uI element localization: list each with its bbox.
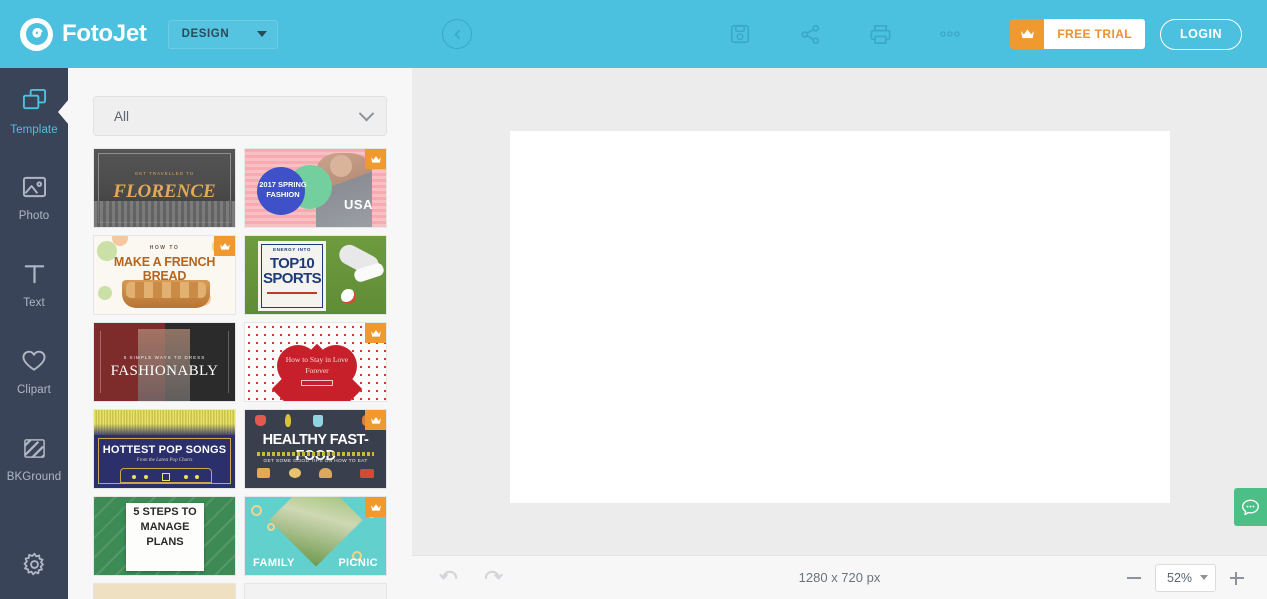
chevron-down-icon <box>358 105 375 121</box>
template-title: How to Stay in Love Forever <box>285 355 349 375</box>
zoom-in-button[interactable] <box>1229 570 1245 586</box>
premium-crown-icon <box>365 149 386 169</box>
template-title: MAKE A FRENCH BREAD <box>113 255 216 283</box>
template-card-partial-left[interactable] <box>93 583 236 599</box>
more-options-icon <box>940 31 960 37</box>
template-title: FASHIONABLY <box>110 363 219 379</box>
template-subtitle: ENERGY INTO <box>272 247 312 252</box>
sidebar-item-template-label: Template <box>10 123 58 136</box>
template-panel: All GET TRAVELLED TO FLORENCE 2017 SPRIN… <box>68 68 412 599</box>
template-grid: GET TRAVELLED TO FLORENCE 2017 SPRING FA… <box>93 148 387 599</box>
template-subtitle: GET TRAVELLED TO <box>134 171 195 176</box>
hatch-pattern-icon <box>22 437 47 465</box>
zoom-controls: 52% <box>1126 563 1245 592</box>
save-icon <box>730 24 750 44</box>
template-title: 2017 SPRING FASHION <box>259 180 307 199</box>
canvas-stage[interactable] <box>412 68 1267 555</box>
design-mode-label: DESIGN <box>181 28 230 40</box>
premium-crown-icon <box>365 323 386 343</box>
template-title: HOTTEST POP SONGS <box>102 444 227 456</box>
sidebar-item-bkground-label: BKGround <box>6 470 62 483</box>
print-button[interactable] <box>845 0 915 68</box>
design-mode-select[interactable]: DESIGN <box>167 19 278 49</box>
login-label: LOGIN <box>1179 27 1223 41</box>
support-chat-button[interactable] <box>1234 488 1267 526</box>
premium-crown-icon <box>214 236 235 256</box>
template-card-top10-sports[interactable]: ENERGY INTO TOP10 SPORTS <box>244 235 387 315</box>
zoom-out-button[interactable] <box>1126 570 1142 586</box>
zoom-level-value: 52% <box>1167 570 1193 585</box>
sidebar-item-text[interactable]: Text <box>0 242 68 329</box>
heart-icon <box>21 349 47 378</box>
template-card-pop-songs[interactable]: HOTTEST POP SONGS From the Latest Pop Ch… <box>93 409 236 489</box>
app-header: FotoJet DESIGN FREE TRIAL LOGIN <box>0 0 1267 68</box>
more-options-button[interactable] <box>915 0 985 68</box>
settings-button[interactable] <box>0 552 68 577</box>
brand-name: FotoJet <box>62 20 147 47</box>
sidebar-item-clipart-label: Clipart <box>17 384 51 396</box>
caret-down-icon <box>256 31 267 37</box>
sidebar-item-text-label: Text <box>23 297 45 309</box>
save-button[interactable] <box>705 0 775 68</box>
login-button[interactable]: LOGIN <box>1160 18 1242 50</box>
template-title: FLORENCE <box>113 181 216 202</box>
share-button[interactable] <box>775 0 845 68</box>
redo-button[interactable] <box>482 569 503 586</box>
template-category-value: All <box>114 108 130 124</box>
template-card-partial-right[interactable] <box>244 583 387 599</box>
template-title: TOP10 SPORTS <box>262 255 322 287</box>
template-card-spring-fashion[interactable]: 2017 SPRING FASHION USA <box>244 148 387 228</box>
template-subtitle: 5 SIMPLE WAYS TO DRESS <box>123 355 206 360</box>
crown-icon <box>1010 19 1045 49</box>
sidebar-item-photo-label: Photo <box>18 210 50 222</box>
caret-down-icon <box>1200 575 1208 580</box>
history-controls <box>439 569 503 586</box>
template-subtitle: From the Latest Pop Charts <box>136 458 193 463</box>
share-icon <box>800 24 819 44</box>
template-title: 5 STEPS TO MANAGE PLANS <box>133 506 197 548</box>
fotojet-app: FotoJet DESIGN FREE TRIAL LOGIN Template… <box>0 0 1267 599</box>
template-card-healthy-fastfood[interactable]: HEALTHY FAST-FOOD GET SOME GOOD TIPS ON … <box>244 409 387 489</box>
gear-icon <box>23 552 44 576</box>
undo-arrow-icon <box>439 570 458 580</box>
redo-arrow-icon <box>484 570 503 580</box>
undo-button[interactable] <box>439 569 460 586</box>
template-subtitle: USA <box>344 197 373 212</box>
free-trial-button[interactable]: FREE TRIAL <box>1010 19 1145 49</box>
collapse-panel-button[interactable] <box>442 19 472 49</box>
header-actions: FREE TRIAL LOGIN <box>1010 0 1242 68</box>
premium-crown-icon <box>365 497 386 517</box>
template-category-select[interactable]: All <box>93 96 387 136</box>
chevron-left-circle-icon <box>454 29 460 39</box>
fotojet-spiral-logo-icon <box>20 17 53 51</box>
print-icon <box>870 24 890 44</box>
header-left-section: FotoJet DESIGN <box>0 0 412 68</box>
header-tools <box>705 0 985 68</box>
sidebar-item-clipart[interactable]: Clipart <box>0 329 68 416</box>
sidebar-item-template[interactable]: Template <box>0 68 69 155</box>
bottom-toolbar: 1280 x 720 px 52% <box>412 555 1267 599</box>
zoom-level-select[interactable]: 52% <box>1155 563 1216 592</box>
template-card-love-forever[interactable]: How to Stay in Love Forever <box>244 322 387 402</box>
left-sidebar: Template Photo Text Clipart BKGround <box>0 68 69 599</box>
template-card-family-picnic[interactable]: FAMILY PICNIC FAMILY PICNIC <box>244 496 387 576</box>
sidebar-item-photo[interactable]: Photo <box>0 155 68 242</box>
layers-icon <box>21 88 48 118</box>
brand-logo[interactable]: FotoJet <box>20 17 147 51</box>
text-t-icon <box>22 262 47 291</box>
template-card-florence[interactable]: GET TRAVELLED TO FLORENCE <box>93 148 236 228</box>
template-card-french-bread[interactable]: HOW TO MAKE A FRENCH BREAD <box>93 235 236 315</box>
template-subtitle: GET SOME GOOD TIPS ON HOW TO EAT <box>263 459 368 464</box>
template-card-fashionably[interactable]: 5 SIMPLE WAYS TO DRESS FASHIONABLY <box>93 322 236 402</box>
chat-bubble-icon <box>1242 499 1259 515</box>
header-right-section: FREE TRIAL LOGIN <box>412 0 1267 68</box>
free-trial-label: FREE TRIAL <box>1044 19 1145 49</box>
premium-crown-icon <box>365 410 386 430</box>
image-icon <box>22 175 47 204</box>
design-canvas[interactable] <box>510 131 1170 503</box>
template-card-five-steps[interactable]: 5 STEPS TO MANAGE PLANS <box>93 496 236 576</box>
sidebar-item-bkground[interactable]: BKGround <box>0 416 68 503</box>
